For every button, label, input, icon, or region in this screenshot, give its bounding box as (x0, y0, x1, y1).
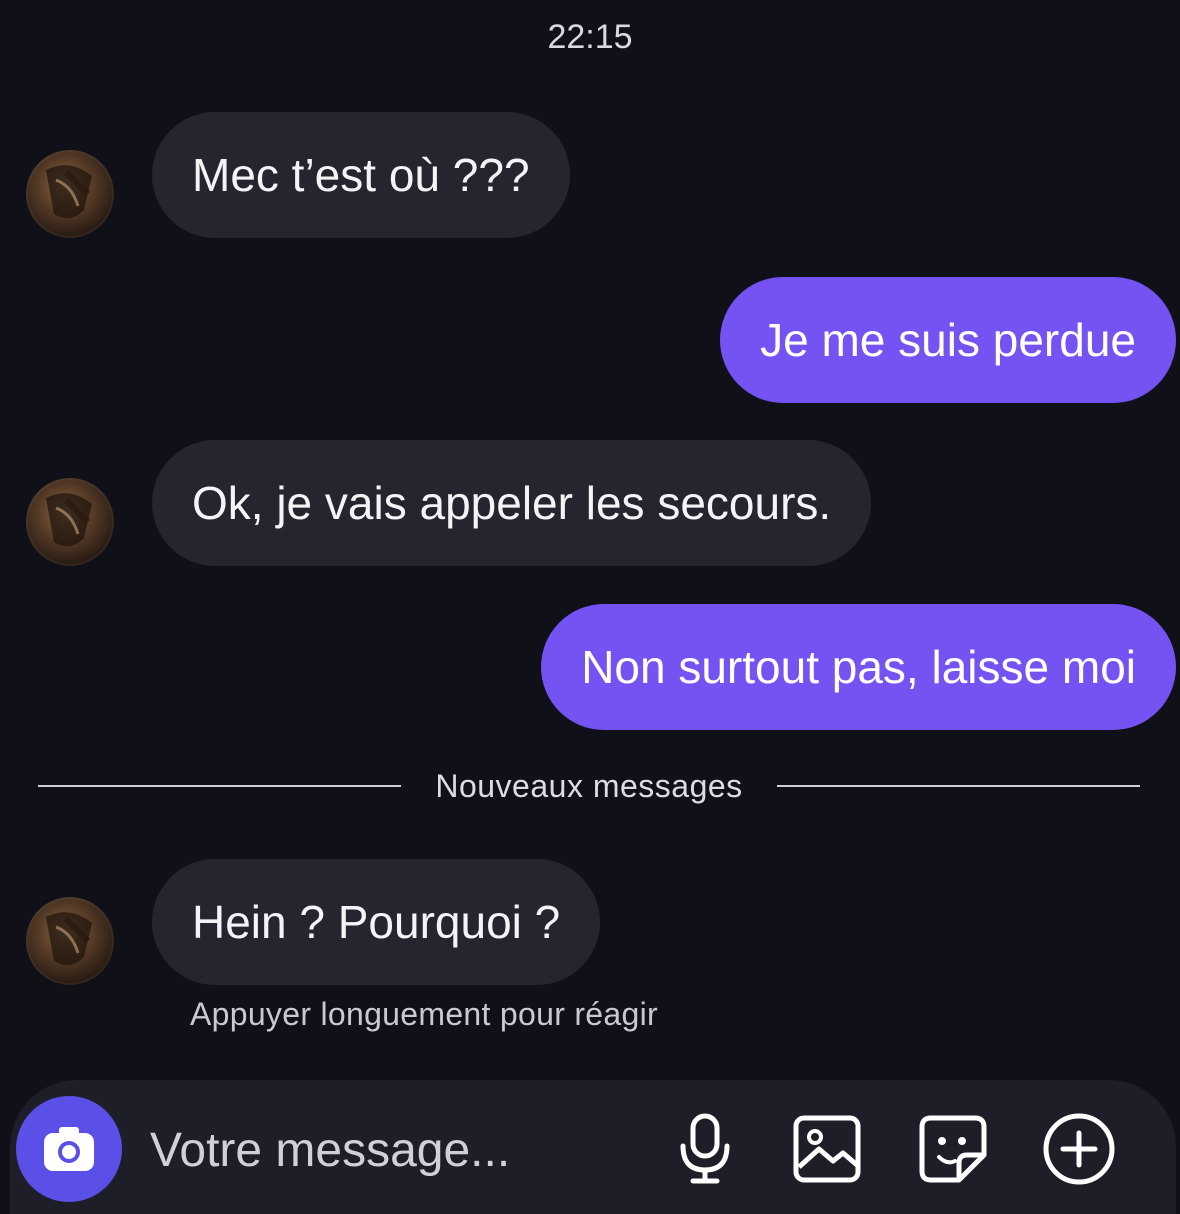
image-button[interactable] (788, 1110, 866, 1188)
divider-line (38, 785, 402, 787)
microphone-button[interactable] (666, 1110, 744, 1188)
contact-avatar[interactable] (26, 150, 114, 238)
microphone-icon (680, 1113, 730, 1184)
image-icon (793, 1115, 861, 1183)
sticker-icon (919, 1115, 987, 1183)
message-incoming[interactable]: Hein ? Pourquoi ? (152, 859, 601, 985)
camera-icon (44, 1127, 94, 1171)
new-messages-divider: Nouveaux messages (38, 762, 1141, 810)
contact-avatar[interactable] (26, 897, 114, 985)
sticker-button[interactable] (914, 1110, 992, 1188)
message-input[interactable] (150, 1112, 630, 1188)
add-button[interactable] (1040, 1110, 1118, 1188)
message-incoming[interactable]: Mec t’est où ??? (152, 112, 570, 238)
message-outgoing[interactable]: Je me suis perdue (720, 277, 1176, 403)
message-outgoing[interactable]: Non surtout pas, laisse moi (541, 604, 1176, 730)
react-hint: Appuyer longuement pour réagir (190, 996, 658, 1032)
contact-avatar[interactable] (26, 478, 114, 566)
divider-label: Nouveaux messages (435, 767, 743, 804)
divider-line (776, 785, 1141, 787)
timestamp: 22:15 (547, 18, 633, 56)
camera-button[interactable] (16, 1096, 122, 1202)
add-icon (1043, 1113, 1115, 1185)
message-incoming[interactable]: Ok, je vais appeler les secours. (152, 440, 872, 566)
